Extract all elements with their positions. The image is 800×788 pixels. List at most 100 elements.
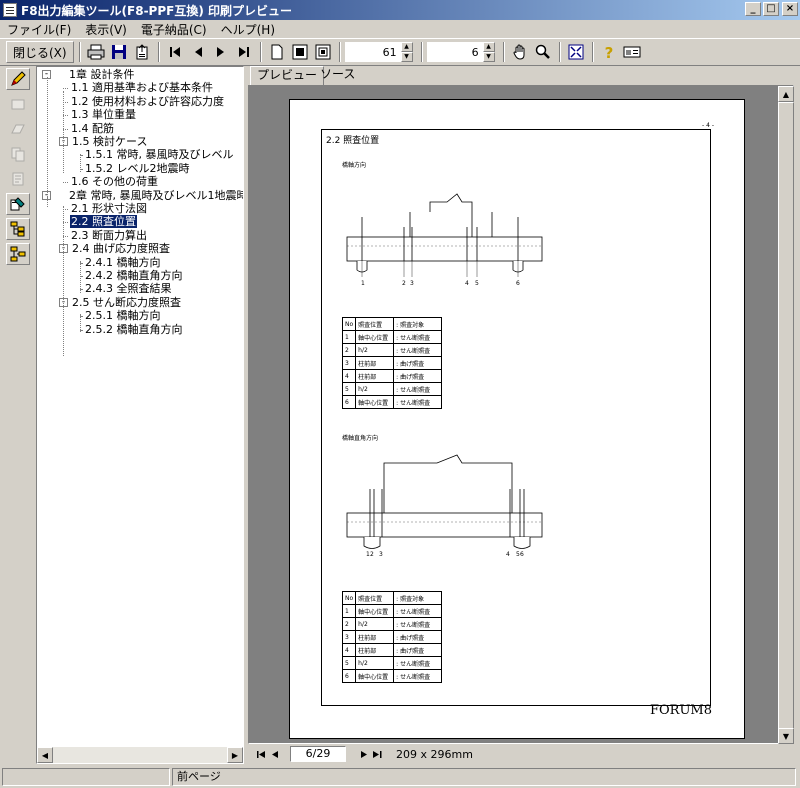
tab-preview[interactable]: プレビュー (250, 66, 325, 85)
tree-item[interactable]: 2.1 形状寸法図 (70, 202, 148, 216)
fit-page-button[interactable] (565, 41, 587, 63)
tool-button-disabled-1[interactable] (6, 93, 30, 115)
tree-horizontal-scrollbar[interactable]: ◀ ▶ (37, 747, 243, 763)
help-button[interactable]: ? (598, 41, 620, 63)
next-page-icon (360, 750, 367, 758)
next-page-button[interactable] (210, 41, 232, 63)
table-header-cell: 照査位置 (355, 317, 395, 331)
nav-next-page-button[interactable] (356, 746, 370, 762)
multi-page-button[interactable] (312, 41, 334, 63)
tree-tool-button[interactable] (6, 218, 30, 240)
nav-last-page-button[interactable] (370, 746, 384, 762)
tree-item[interactable]: 1.5 検討ケース (71, 135, 148, 149)
single-page-icon (271, 44, 283, 60)
page-frame: - 4 - 2.2 照査位置 橋軸方向 1 2 3 4 5 6 No 照査位置: … (321, 122, 714, 706)
menu-file[interactable]: ファイル(F) (0, 21, 78, 38)
menu-view[interactable]: 表示(V) (78, 21, 134, 38)
table-cell: 4 (341, 369, 357, 383)
current-page-field[interactable]: 6/29 (290, 746, 346, 762)
tree-item[interactable]: 2.4.2 橋軸直角方向 (84, 269, 184, 283)
tree-item[interactable]: 1.4 配筋 (70, 122, 115, 136)
preview-page: - 4 - 2.2 照査位置 橋軸方向 1 2 3 4 5 6 No 照査位置: … (289, 99, 745, 739)
scroll-track[interactable] (53, 747, 227, 763)
tree-item[interactable]: 1章 設計条件 (68, 68, 136, 82)
tree-item-label: 2.1 形状寸法図 (71, 202, 147, 215)
nav-first-page-button[interactable] (254, 746, 268, 762)
preview-canvas[interactable]: - 4 - 2.2 照査位置 橋軸方向 1 2 3 4 5 6 No 照査位置: … (248, 85, 794, 744)
edit-tool-button[interactable] (6, 68, 30, 90)
tree-item[interactable]: 1.5.2 レベル2地震時 (84, 162, 190, 176)
tree-item[interactable]: 2.5.2 橋軸直角方向 (84, 323, 184, 337)
preview-vertical-scrollbar[interactable]: ▲ ▼ (778, 86, 794, 744)
two-page-button[interactable] (289, 41, 311, 63)
scroll-right-arrow[interactable]: ▶ (227, 747, 243, 763)
table-cell: 柱前部 (355, 356, 395, 370)
tree-item[interactable]: 2.5 せん断応力度照査 (71, 296, 182, 310)
tool-button-disabled-2[interactable] (6, 118, 30, 140)
outline-tree: -1章 設計条件 1.1 適用基準および基本条件 1.2 使用材料および許容応力度 1… (36, 66, 244, 764)
scroll-up-arrow[interactable]: ▲ (778, 86, 794, 102)
tree-item[interactable]: 1.5.1 常時, 暴風時及びレベル (84, 148, 234, 162)
question-mark-icon: ? (604, 44, 613, 60)
zoom-down-arrow[interactable]: ▼ (400, 52, 413, 62)
settings-tool-button[interactable] (6, 193, 30, 215)
tree-item[interactable]: 1.2 使用材料および許容応力度 (70, 95, 225, 109)
tool-button-disabled-3[interactable] (6, 143, 30, 165)
single-page-button[interactable] (266, 41, 288, 63)
scroll-left-arrow[interactable]: ◀ (37, 747, 53, 763)
export-button[interactable] (131, 41, 153, 63)
table-cell: 柱前部 (355, 643, 395, 657)
table-cell: 4 (341, 643, 357, 657)
first-page-icon (169, 47, 180, 57)
scroll-down-arrow[interactable]: ▼ (778, 728, 794, 744)
check-position-table-transverse: No 照査位置: 照査対象 1 軸中心位置: せん断照査 2 h/2: せん断照査 3 柱前部… (341, 591, 443, 683)
tree-item[interactable]: 2.3 断面力算出 (70, 229, 148, 243)
tree-item[interactable]: 2.2 照査位置 (70, 215, 137, 229)
page-count-down-arrow[interactable]: ▼ (482, 52, 495, 62)
tree-item[interactable]: 2.4.1 橋軸方向 (84, 256, 162, 270)
maximize-button[interactable]: □ (763, 2, 779, 16)
menu-help[interactable]: ヘルプ(H) (214, 21, 282, 38)
menu-electronic-delivery[interactable]: 電子納品(C) (134, 21, 214, 38)
zoom-button[interactable] (532, 41, 554, 63)
table-cell: : せん断照査 (393, 617, 443, 631)
minimize-button[interactable]: _ (745, 2, 761, 16)
tool-button-disabled-4[interactable] (6, 168, 30, 190)
dim-label-6: 6 (516, 280, 520, 287)
page-count-input[interactable] (426, 42, 483, 62)
zoom-input[interactable] (344, 42, 401, 62)
close-preview-button[interactable]: 閉じる(X) (6, 41, 74, 63)
first-page-button[interactable] (164, 41, 186, 63)
tree-item[interactable]: 1.6 その他の荷重 (70, 175, 159, 189)
tree-guide-line (47, 197, 48, 207)
tab-source[interactable]: ソース (314, 66, 361, 85)
tree-item[interactable]: 2.5.1 橋軸方向 (84, 309, 162, 323)
last-page-button[interactable] (233, 41, 255, 63)
save-button[interactable] (108, 41, 130, 63)
table-cell: 軸中心位置 (355, 604, 395, 618)
dim-label-1: 1 (361, 280, 365, 287)
tree-item[interactable]: 1.3 単位重量 (70, 108, 137, 122)
tree-item[interactable]: 1.1 適用基準および基本条件 (70, 81, 214, 95)
toolbar-separator (157, 42, 160, 62)
table-cell: : せん断照査 (393, 330, 443, 344)
tree-item[interactable]: 2.4 曲げ応力度照査 (71, 242, 171, 256)
tree-connector (63, 182, 68, 184)
left-tool-strip (6, 68, 32, 763)
outline-tool-button[interactable] (6, 243, 30, 265)
table-cell: 1 (341, 604, 357, 618)
zoom-up-arrow[interactable]: ▲ (400, 42, 413, 52)
tree-item[interactable]: 2章 常時, 暴風時及びレベル1地震時 (68, 189, 243, 203)
tree-item[interactable]: 2.4.3 全照査結果 (84, 282, 173, 296)
tree-item-label: 2.3 断面力算出 (71, 228, 147, 242)
close-button[interactable]: × (782, 2, 798, 16)
scroll-thumb[interactable] (778, 102, 794, 738)
pan-button[interactable] (509, 41, 531, 63)
info-button[interactable] (621, 41, 643, 63)
toolbar-separator (259, 42, 262, 62)
table-header-cell: : 照査対象 (393, 317, 443, 331)
previous-page-button[interactable] (187, 41, 209, 63)
page-count-up-arrow[interactable]: ▲ (482, 42, 495, 52)
print-button[interactable] (85, 41, 107, 63)
nav-previous-page-button[interactable] (268, 746, 282, 762)
